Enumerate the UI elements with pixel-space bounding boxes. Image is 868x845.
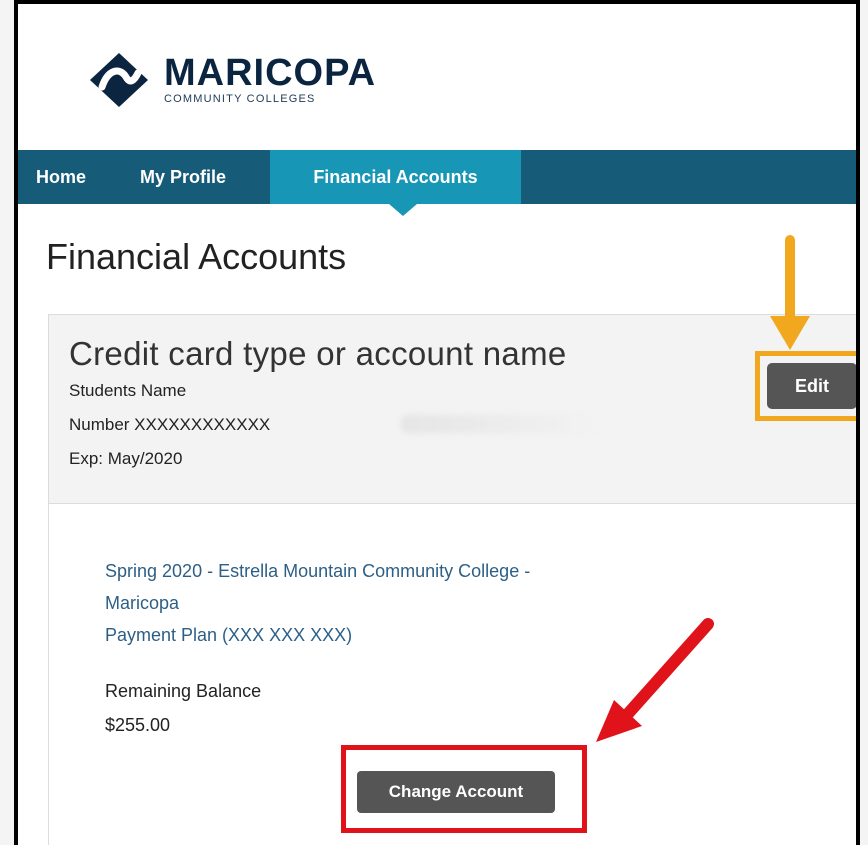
account-expiration: Exp: May/2020 — [69, 449, 183, 468]
nav-financial-accounts[interactable]: Financial Accounts — [270, 150, 521, 204]
student-name: Students Name — [69, 381, 187, 400]
change-account-highlight-box — [341, 745, 587, 833]
nav-my-profile[interactable]: My Profile — [124, 150, 242, 204]
active-nav-indicator — [389, 204, 417, 216]
account-number: Number XXXXXXXXXXXX — [69, 415, 271, 434]
brand-name: MARICOPA — [164, 52, 377, 94]
main-nav: Home My Profile Financial Accounts — [18, 150, 856, 204]
remaining-balance-label: Remaining Balance — [105, 681, 262, 701]
payment-plan-link-plan[interactable]: Payment Plan (XXX XXX XXX) — [105, 625, 352, 646]
payment-plan-link[interactable]: Spring 2020 - Estrella Mountain Communit… — [105, 561, 530, 582]
account-name: Credit card type or account name — [69, 335, 567, 372]
redacted-number — [401, 415, 601, 433]
page-title: Financial Accounts — [46, 236, 347, 277]
account-card: Credit card type or account name Student… — [48, 314, 856, 845]
account-card-header: Credit card type or account name Student… — [49, 315, 856, 504]
remaining-balance-value: $255.00 — [105, 715, 171, 735]
nav-home[interactable]: Home — [20, 150, 102, 204]
brand-logo[interactable]: MARICOPA COMMUNITY COLLEGES — [88, 50, 376, 110]
maricopa-logo-icon — [90, 53, 148, 107]
brand-subtitle: COMMUNITY COLLEGES — [164, 93, 316, 105]
screenshot-frame: MARICOPA COMMUNITY COLLEGES Home My Prof… — [14, 0, 860, 845]
edit-highlight-box — [755, 351, 856, 421]
payment-plan-link-college[interactable]: Maricopa — [105, 593, 179, 614]
